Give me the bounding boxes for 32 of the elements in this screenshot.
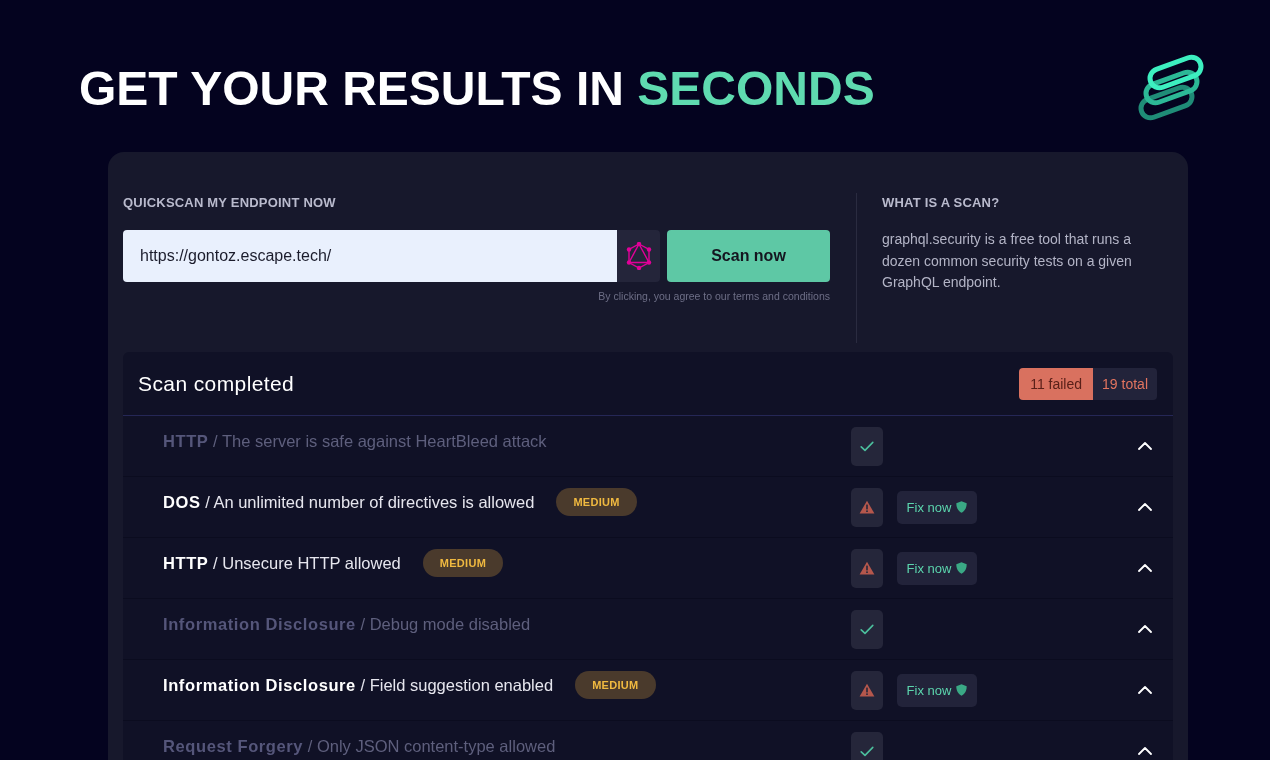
chevron-up-icon[interactable] (1138, 625, 1152, 633)
info-title: WHAT IS A SCAN? (882, 195, 1001, 211)
check-title: HTTP / Unsecure HTTP allowed (163, 552, 401, 573)
total-count-badge: 19 total (1093, 367, 1157, 400)
check-title: Request Forgery / Only JSON content-type allowed (163, 735, 556, 756)
chevron-up-icon[interactable] (1138, 686, 1152, 694)
severity-badge: MEDIUM (422, 548, 504, 577)
section-label: QUICKSCAN MY ENDPOINT NOW (123, 195, 337, 211)
failed-count-badge: 11 failed (1019, 367, 1094, 400)
endpoint-input[interactable]: https://gontoz.escape.tech/ (123, 230, 617, 282)
chevron-up-icon[interactable] (1138, 442, 1152, 450)
check-title: Information Disclosure / Debug mode disabled (163, 613, 531, 634)
shield-icon (956, 562, 968, 574)
shield-icon (956, 501, 968, 513)
results-title: Scan completed (138, 370, 295, 397)
check-title: HTTP / The server is safe against HeartBleed attack (163, 430, 547, 451)
fix-button[interactable]: Fix now (897, 673, 977, 707)
fix-button[interactable]: Fix now (897, 551, 977, 585)
terms-note: By clicking, you agree to our terms and conditions (597, 289, 830, 303)
chevron-up-icon[interactable] (1138, 747, 1152, 755)
scan-button[interactable]: Scan now (667, 230, 830, 282)
fix-button[interactable]: Fix now (897, 490, 977, 524)
headline: GET YOUR RESULTS IN SECONDS (79, 64, 875, 114)
chevron-up-icon[interactable] (1138, 503, 1152, 511)
shield-icon (956, 684, 968, 696)
chevron-up-icon[interactable] (1138, 564, 1152, 572)
check-title: DOS / An unlimited number of directives is allowed (163, 491, 535, 512)
severity-badge: MEDIUM (556, 487, 637, 516)
info-text: graphql.security is a free tool that runs a dozen common security tests on a given GraphQL endpoint. (882, 230, 1133, 292)
check-title: Information Disclosure / Field suggestion enabled (163, 674, 554, 695)
severity-badge: MEDIUM (575, 670, 656, 699)
hexagon-graph-icon[interactable] (617, 230, 660, 282)
